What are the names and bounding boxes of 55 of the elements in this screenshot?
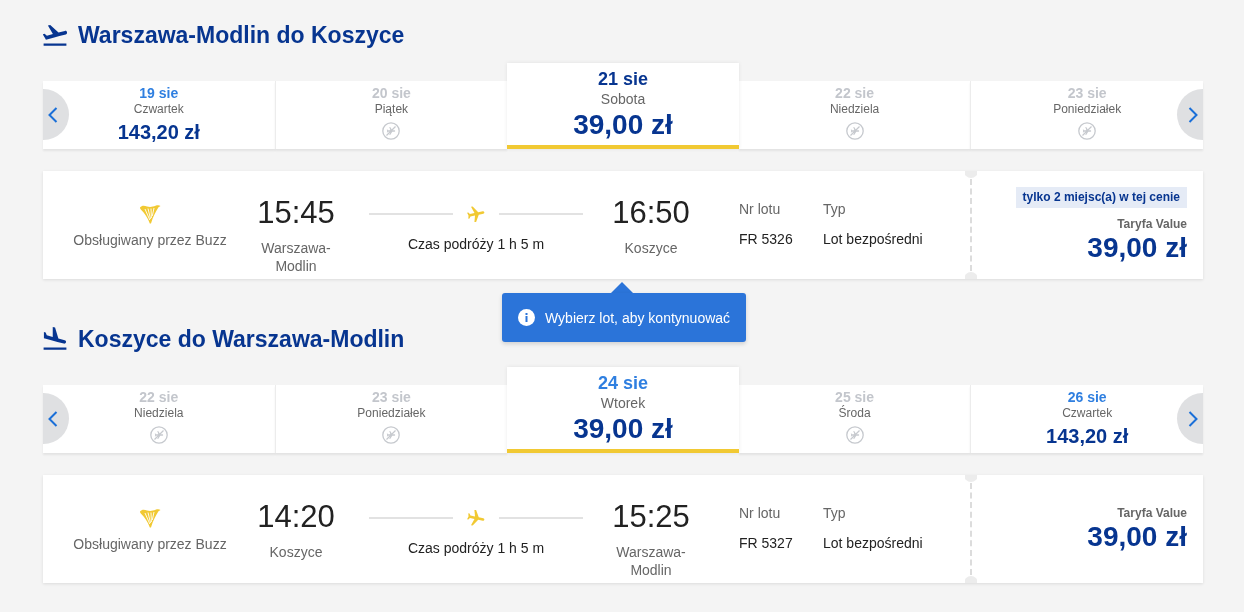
fare-price: 39,00 zł xyxy=(1087,231,1187,264)
departure-city: Koszyce xyxy=(269,543,323,561)
seat-availability-badge: tylko 2 miejsc(a) w tej cenie xyxy=(1015,186,1187,208)
fare-name: Taryfa Value xyxy=(1117,505,1187,520)
no-flight-icon xyxy=(845,426,864,444)
chevron-right-icon xyxy=(1188,106,1198,123)
duration-label: Czas podróży 1 h 5 m xyxy=(407,235,545,253)
section-title: Koszyce do Warszawa-Modlin xyxy=(78,325,405,354)
no-flight-icon xyxy=(382,426,401,444)
flight-number: FR 5327 xyxy=(739,534,793,552)
duration-label: Czas podróży 1 h 5 m xyxy=(407,539,545,557)
no-flight-icon xyxy=(382,122,401,140)
harp-icon xyxy=(138,202,162,226)
no-flight-icon xyxy=(149,426,168,444)
flight-type: Lot bezpośredni xyxy=(823,230,923,248)
date-tab[interactable]: 25 sie Środa xyxy=(738,385,971,453)
date-tab[interactable]: 22 sie Niedziela xyxy=(43,385,275,453)
flight-type-label: Typ xyxy=(823,504,846,522)
arrival-time: 16:50 xyxy=(612,195,690,231)
flight-type-label: Typ xyxy=(823,200,846,218)
chevron-left-icon xyxy=(48,106,58,123)
flight-card[interactable]: Obsługiwany przez Buzz 14:20 Koszyce Czas podróży 1 h 5 m 15:25 Warszawa-Modlin Nr lotu FR 5327 Typ Lot bezpośredni Taryfa Value 39,00 zł xyxy=(43,475,1203,583)
departure-time: 15:45 xyxy=(257,195,335,231)
flight-card[interactable]: Obsługiwany przez Buzz 15:45 Warszawa-Modlin Czas podróży 1 h 5 m 16:50 Koszyce Nr lotu FR 5326 Typ Lot bezpośredni tylko 2 miejsc(a) w tej cenie Taryfa Value 39,00 zł xyxy=(43,171,1203,279)
flight-number-label: Nr lotu xyxy=(739,200,781,218)
harp-icon xyxy=(138,506,162,530)
date-tab[interactable]: 24 sie Wtorek 39,00 zł xyxy=(507,367,739,453)
fare-price: 39,00 zł xyxy=(1087,520,1187,553)
operator-label: Obsługiwany przez Buzz xyxy=(73,535,227,553)
operator-label: Obsługiwany przez Buzz xyxy=(73,231,227,249)
section-title: Warszawa-Modlin do Koszyce xyxy=(78,21,405,50)
chevron-left-icon xyxy=(48,410,58,427)
flight-number-label: Nr lotu xyxy=(739,504,781,522)
no-flight-icon xyxy=(845,122,864,140)
departure-city: Warszawa-Modlin xyxy=(260,239,332,275)
departure-time: 14:20 xyxy=(257,499,335,535)
date-tab[interactable]: 21 sie Sobota 39,00 zł xyxy=(507,63,739,149)
arrival-city: Koszyce xyxy=(624,239,678,257)
arrival-city: Warszawa-Modlin xyxy=(615,543,687,579)
date-tab[interactable]: 23 sie Poniedziałek xyxy=(970,81,1203,149)
date-tab[interactable]: 23 sie Poniedziałek xyxy=(274,385,508,453)
date-tab[interactable]: 20 sie Piątek xyxy=(274,81,508,149)
flight-type: Lot bezpośredni xyxy=(823,534,923,552)
chevron-right-icon xyxy=(1188,410,1198,427)
date-tab[interactable]: 22 sie Niedziela xyxy=(738,81,971,149)
date-tab[interactable]: 26 sie Czwartek 143,20 zł xyxy=(970,385,1203,453)
arrival-time: 15:25 xyxy=(612,499,690,535)
tooltip-text: Wybierz lot, aby kontynuować xyxy=(545,308,731,327)
no-flight-icon xyxy=(1078,122,1097,140)
flight-number: FR 5326 xyxy=(739,230,793,248)
info-icon xyxy=(518,309,535,326)
takeoff-plane-icon xyxy=(43,23,67,47)
landing-plane-icon xyxy=(43,327,67,351)
fare-name: Taryfa Value xyxy=(1117,216,1187,231)
date-tab[interactable]: 19 sie Czwartek 143,20 zł xyxy=(43,81,275,149)
